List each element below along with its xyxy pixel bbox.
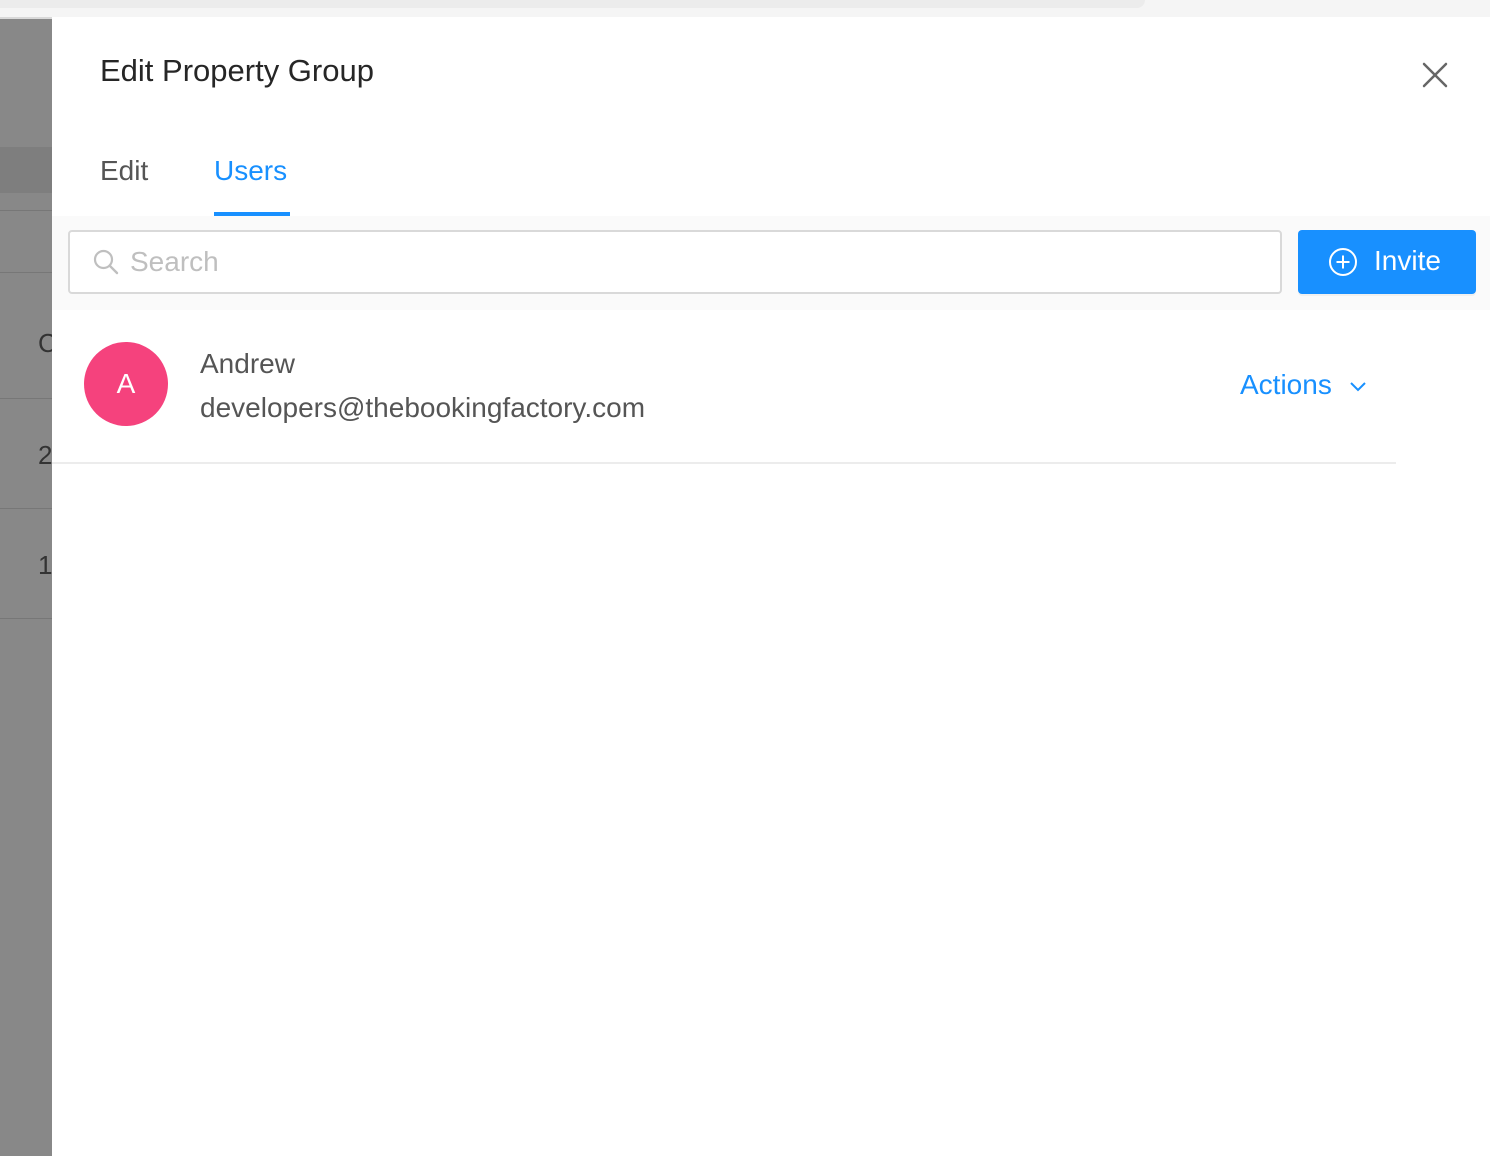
user-email: developers@thebookingfactory.com [200,392,646,423]
invite-button[interactable]: Invite [1298,230,1476,294]
background-divider [0,618,52,619]
drawer-title: Edit Property Group [100,53,374,88]
search-input[interactable] [128,240,1262,284]
user-name: Andrew [200,348,295,379]
edit-property-group-drawer: Edit Property Group Edit Users Invite [52,17,1490,1156]
tab-users[interactable]: Users [214,155,287,187]
invite-label: Invite [1374,245,1441,276]
actions-dropdown[interactable]: Actions [1240,369,1368,401]
list-item: A Andrew developers@thebookingfactory.co… [52,310,1396,464]
actions-label: Actions [1240,369,1332,400]
avatar: A [84,342,168,426]
users-toolbar: Invite [52,216,1490,310]
close-icon [1422,62,1448,88]
background-row-band [0,147,52,193]
tab-bar: Edit Users [52,137,1490,219]
background-divider [0,508,52,509]
search-box[interactable] [68,230,1282,294]
tab-edit[interactable]: Edit [100,155,148,187]
close-button[interactable] [1414,55,1454,95]
plus-circle-icon [1329,248,1357,276]
search-icon [93,249,119,275]
background-text: 1 [38,550,53,580]
background-text: 2 [38,440,53,470]
chevron-down-icon [1349,381,1366,392]
background-divider [0,398,52,399]
background-divider [0,272,52,273]
background-divider [0,210,52,211]
background-address-pill [0,0,1145,8]
